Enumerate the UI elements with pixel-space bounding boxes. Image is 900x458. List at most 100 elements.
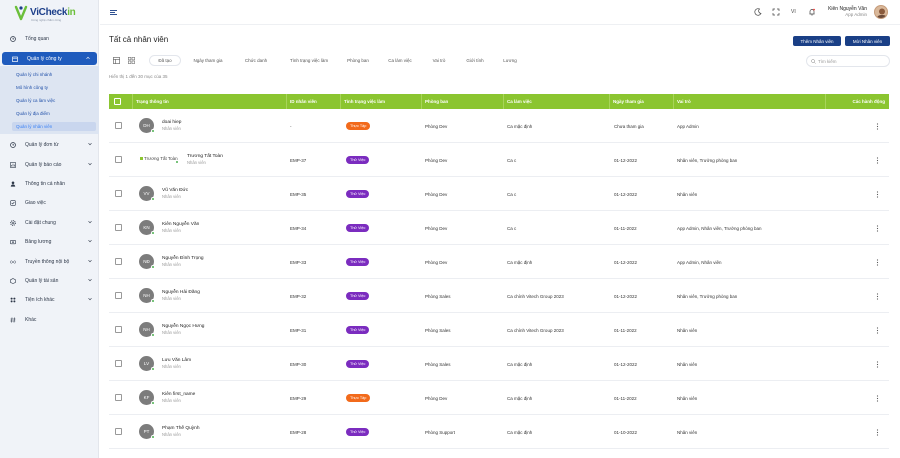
sidebar-item-9[interactable]: Quản lý tài sản: [0, 274, 99, 287]
more-actions-icon[interactable]: [876, 327, 879, 334]
filter-chip-6[interactable]: Vai trò: [426, 55, 452, 66]
more-actions-icon[interactable]: [876, 157, 879, 164]
row-checkbox[interactable]: [115, 156, 122, 163]
table-row[interactable]: NH Nguyễn Ngọc Hưng Nhân viên EMP-31 Thử Việ…: [109, 313, 889, 347]
row-checkbox[interactable]: [115, 258, 122, 265]
row-checkbox[interactable]: [115, 326, 122, 333]
shift: Ca mặc định: [507, 430, 533, 435]
employee-name[interactable]: Nguyễn Hải Đăng: [162, 290, 200, 295]
grid-view-icon[interactable]: [128, 57, 135, 64]
sidebar-item-2[interactable]: Quản lý đơn từ: [0, 138, 99, 151]
sidebar-item-8[interactable]: Truyền thông nội bộ: [0, 255, 99, 268]
submenu-item-1[interactable]: Mô hình công ty: [16, 85, 48, 90]
table-row[interactable]: DH doai hiep Nhân viên - Thực Tập Phòng Dev Ca…: [109, 109, 889, 143]
header-employment-status[interactable]: Tình trạng việc làm: [340, 94, 421, 109]
sidebar-item-11[interactable]: Khác: [0, 313, 99, 326]
submenu-item-3[interactable]: Quản lý địa điểm: [16, 111, 50, 116]
dark-mode-icon[interactable]: [754, 8, 762, 16]
employee-name[interactable]: Phạm Thế Quỳnh: [162, 426, 200, 431]
employee-name[interactable]: Nguyễn Đình Trọng: [162, 256, 204, 261]
add-employee-button[interactable]: Thêm Nhân viên: [793, 36, 841, 46]
row-checkbox[interactable]: [115, 224, 122, 231]
row-checkbox[interactable]: [115, 292, 122, 299]
more-actions-icon[interactable]: [876, 123, 879, 130]
more-actions-icon[interactable]: [876, 395, 879, 402]
header-role[interactable]: Vai trò: [673, 94, 825, 109]
sidebar: ViCheckin Công nghệ chấm công Tổng quan Q…: [0, 0, 99, 458]
employee-name[interactable]: Lưu Văn Lâm: [162, 358, 191, 363]
table-row[interactable]: Trương Tất Toàn Trương Tất Toàn Nhân viên E…: [109, 143, 889, 177]
more-actions-icon[interactable]: [876, 259, 879, 266]
search-input[interactable]: Tìm kiếm: [806, 55, 890, 67]
online-status-dot: [151, 435, 155, 439]
notification-bell-icon[interactable]: [808, 8, 816, 16]
more-actions-icon[interactable]: [876, 361, 879, 368]
department: Phòng Support: [425, 430, 456, 435]
sidebar-item-3[interactable]: Quản lý báo cáo: [0, 158, 99, 171]
table-row[interactable]: NH Nguyễn Hải Đăng Nhân viên EMP-32 Thử Việc…: [109, 279, 889, 313]
online-status-dot: [151, 299, 155, 303]
filter-chip-2[interactable]: Chức danh: [237, 55, 275, 66]
row-checkbox[interactable]: [115, 394, 122, 401]
more-actions-icon[interactable]: [876, 429, 879, 436]
shift: Ca mặc định: [507, 362, 533, 367]
more-actions-icon[interactable]: [876, 225, 879, 232]
invite-employee-button[interactable]: Mời Nhân viên: [845, 36, 890, 46]
filter-chip-0[interactable]: Đã tạo: [149, 55, 181, 66]
table-header: Trạng thông tin ID nhân viên Tình trạng …: [109, 94, 889, 109]
header-join-date[interactable]: Ngày tham gia: [609, 94, 673, 109]
submenu-item-4[interactable]: Quản lý nhân viên: [12, 122, 96, 131]
employee-name[interactable]: doai hiep: [162, 120, 181, 125]
employee-name[interactable]: Trương Tất Toàn: [187, 154, 223, 159]
more-actions-icon[interactable]: [876, 191, 879, 198]
employee-name[interactable]: Nguyễn Ngọc Hưng: [162, 324, 204, 329]
department: Phòng Dev: [425, 260, 448, 265]
row-checkbox[interactable]: [115, 360, 122, 367]
sidebar-item-0[interactable]: Tổng quan: [0, 32, 99, 45]
fullscreen-icon[interactable]: [772, 8, 780, 16]
employee-position: Nhân viên: [162, 126, 181, 131]
filter-chip-4[interactable]: Phòng ban: [341, 55, 375, 66]
header-employee-id[interactable]: ID nhân viên: [286, 94, 340, 109]
table-row[interactable]: KF Kiên first_name Nhân viên EMP-29 Thực Tập…: [109, 381, 889, 415]
chevron-down-icon: [88, 259, 92, 263]
filter-chip-5[interactable]: Ca làm việc: [382, 55, 418, 66]
table-row[interactable]: NĐ Nguyễn Đình Trọng Nhân viên EMP-33 Thử Vi…: [109, 245, 889, 279]
table-row[interactable]: LV Lưu Văn Lâm Nhân viên EMP-30 Thử Việc Phòn…: [109, 347, 889, 381]
row-checkbox[interactable]: [115, 122, 122, 129]
table-row[interactable]: PT Phạm Thế Quỳnh Nhân viên EMP-28 Thử Việc P…: [109, 415, 889, 449]
table-row[interactable]: VV Vũ Văn Đức Nhân viên EMP-35 Thử Việc Phòng…: [109, 177, 889, 211]
table-row[interactable]: KN Kiên Nguyễn Văn Nhân viên EMP-34 Thử Việc…: [109, 211, 889, 245]
submenu-item-0[interactable]: Quản lý chi nhánh: [16, 72, 52, 77]
select-all-checkbox[interactable]: [114, 98, 121, 105]
chart-icon: [10, 161, 16, 168]
sidebar-item-1[interactable]: Quản lý công ty: [2, 52, 97, 65]
sidebar-item-7[interactable]: Bảng lương: [0, 235, 99, 248]
brand-logo[interactable]: ViCheckin Công nghệ chấm công: [14, 3, 84, 25]
employee-name[interactable]: Kiên first_name: [162, 392, 195, 397]
row-checkbox[interactable]: [115, 428, 122, 435]
more-actions-icon[interactable]: [876, 293, 879, 300]
filter-chip-1[interactable]: Ngày tham gia: [185, 55, 231, 66]
header-shift[interactable]: Ca làm việc: [503, 94, 609, 109]
menu-toggle-icon[interactable]: [110, 10, 117, 15]
sidebar-item-6[interactable]: Cài đặt chung: [0, 216, 99, 229]
sidebar-item-10[interactable]: Tiện ích khác: [0, 293, 99, 306]
header-department[interactable]: Phòng ban: [421, 94, 503, 109]
employee-name[interactable]: Vũ Văn Đức: [162, 188, 188, 193]
submenu-item-2[interactable]: Quản lý ca làm việc: [16, 98, 55, 103]
status-badge: Thử Việc: [346, 326, 370, 334]
header-info[interactable]: Trạng thông tin: [132, 94, 286, 109]
sidebar-item-5[interactable]: Giao việc: [0, 196, 99, 209]
filter-chip-7[interactable]: Giới tính: [459, 55, 491, 66]
language-selector[interactable]: VI: [791, 9, 796, 15]
sidebar-item-4[interactable]: Thông tin cá nhân: [0, 177, 99, 190]
list-view-icon[interactable]: [113, 57, 120, 64]
row-checkbox[interactable]: [115, 190, 122, 197]
filter-chip-3[interactable]: Tình trạng việc làm: [284, 55, 334, 66]
status-badge: Thực Tập: [346, 122, 371, 130]
employee-position: Nhân viên: [162, 228, 181, 233]
user-avatar[interactable]: [874, 5, 888, 19]
filter-chip-8[interactable]: Lương: [498, 55, 522, 66]
employee-name[interactable]: Kiên Nguyễn Văn: [162, 222, 199, 227]
